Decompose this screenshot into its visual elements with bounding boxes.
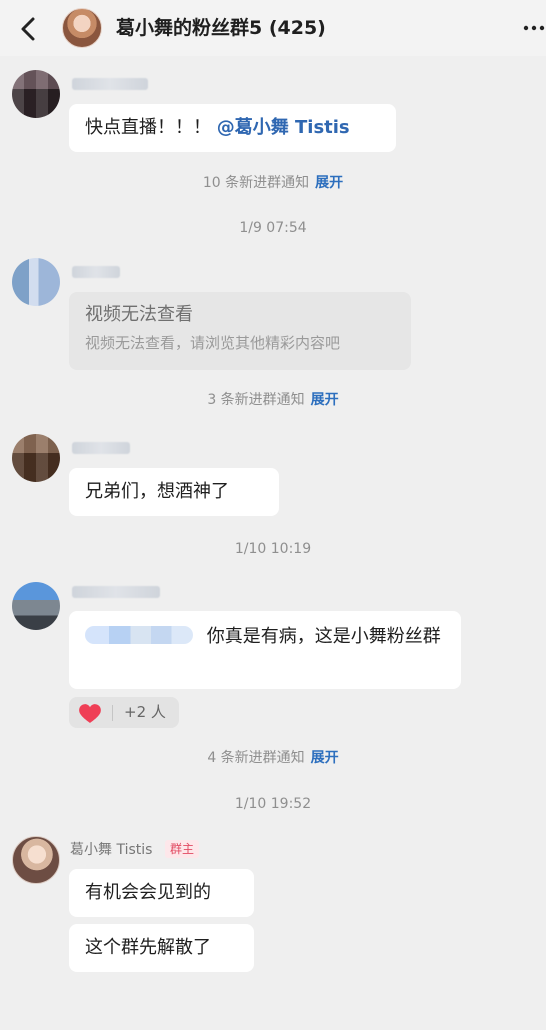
heart-icon <box>79 704 101 723</box>
more-button[interactable] <box>516 14 546 42</box>
video-card-subtitle: 视频无法查看，请浏览其他精彩内容吧 <box>85 334 341 352</box>
message-text: 有机会会见到的 <box>85 882 211 903</box>
join-notice-text: 10 条新进群通知 <box>202 175 310 191</box>
message-text: 你真是有病，这是小舞粉丝群 <box>206 626 441 647</box>
message-text: 兄弟们，想酒神了 <box>85 481 229 502</box>
join-notice: 10 条新进群通知 展开 <box>0 174 546 192</box>
back-arrow-icon <box>21 17 35 41</box>
reaction-divider <box>112 705 113 721</box>
message-bubble[interactable]: 兄弟们，想酒神了 <box>69 468 279 516</box>
sender-avatar[interactable] <box>12 434 60 482</box>
expand-link[interactable]: 展开 <box>311 750 339 766</box>
timestamp: 1/10 10:19 <box>234 541 312 557</box>
message-text: 这个群先解散了 <box>85 937 211 958</box>
sender-avatar[interactable] <box>12 582 60 630</box>
more-dots-icon <box>523 25 545 31</box>
group-title: 葛小舞的粉丝群5 (425) <box>116 17 326 39</box>
video-card-title: 视频无法查看 <box>85 304 193 325</box>
group-owner-badge: 群主 <box>165 840 200 858</box>
message-bubble[interactable]: 这个群先解散了 <box>69 924 254 972</box>
blurred-sender-name <box>72 266 120 278</box>
timestamp: 1/9 07:54 <box>239 220 307 236</box>
back-button[interactable] <box>12 12 46 46</box>
join-notice-text: 3 条新进群通知 <box>207 392 305 408</box>
reaction-count: +2 人 <box>124 703 166 721</box>
blurred-sender-name <box>72 442 130 454</box>
sender-avatar[interactable] <box>12 258 60 306</box>
sender-name: 葛小舞 Tistis <box>70 842 153 858</box>
group-avatar[interactable] <box>62 8 102 48</box>
join-notice: 4 条新进群通知 展开 <box>0 749 546 767</box>
reaction-summary[interactable]: +2 人 <box>69 697 179 728</box>
blurred-sender-name <box>72 78 148 90</box>
message-bubble[interactable]: 你真是有病，这是小舞粉丝群 <box>69 611 461 689</box>
join-notice: 3 条新进群通知 展开 <box>0 391 546 409</box>
blurred-mention <box>85 626 193 644</box>
blurred-sender-name <box>72 586 160 598</box>
video-unavailable-card[interactable]: 视频无法查看 视频无法查看，请浏览其他精彩内容吧 <box>69 292 411 370</box>
chat-header: 葛小舞的粉丝群5 (425) <box>0 0 546 56</box>
message-bubble[interactable]: 有机会会见到的 <box>69 869 254 917</box>
expand-link[interactable]: 展开 <box>315 175 343 191</box>
message-text: 快点直播！！！ <box>85 117 211 138</box>
mention-link[interactable]: @葛小舞 Tistis <box>217 117 350 138</box>
group-owner-avatar[interactable] <box>12 836 60 884</box>
message-bubble[interactable]: 快点直播！！！ @葛小舞 Tistis <box>69 104 396 152</box>
expand-link[interactable]: 展开 <box>311 392 339 408</box>
timestamp: 1/10 19:52 <box>234 796 312 812</box>
join-notice-text: 4 条新进群通知 <box>207 750 305 766</box>
sender-avatar[interactable] <box>12 70 60 118</box>
